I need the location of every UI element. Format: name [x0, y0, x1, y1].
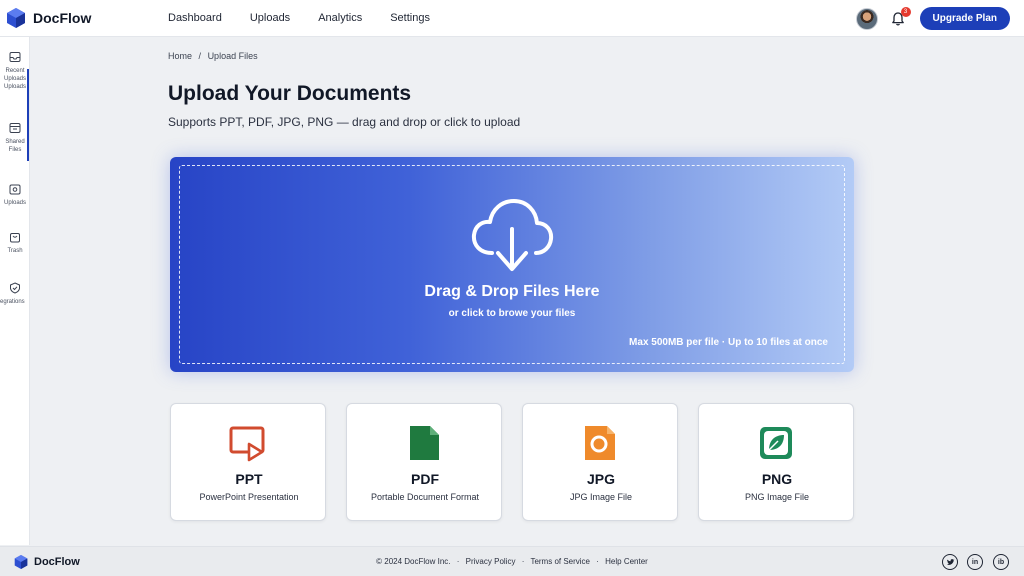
file-type-card-pdf[interactable]: PDF Portable Document Format: [346, 403, 502, 521]
shield-check-icon: [10, 282, 20, 294]
file-dropzone[interactable]: Drag & Drop Files Here or click to browe…: [170, 157, 854, 372]
footer-link-terms[interactable]: Terms of Service: [530, 557, 590, 566]
sidebar-item-shared-files[interactable]: Shared Files: [0, 122, 30, 154]
ppt-icon: [229, 426, 265, 462]
nav-settings[interactable]: Settings: [390, 12, 430, 24]
twitter-icon[interactable]: [942, 554, 958, 570]
sidebar-item-integrations[interactable]: egrations: [0, 282, 30, 306]
breadcrumb-current: Upload Files: [207, 51, 258, 61]
page-title: Upload Your Documents: [168, 82, 412, 105]
file-type-name: PDF: [411, 471, 439, 487]
footer-link-help[interactable]: Help Center: [605, 557, 648, 566]
upload-box-icon: [9, 184, 21, 195]
footer-separator: ·: [456, 557, 460, 566]
sidebar: Recent Uploads Uploads Shared Files Uplo…: [0, 37, 30, 545]
breadcrumb: Home / Upload Files: [168, 51, 258, 61]
file-type-name: JPG: [586, 471, 615, 487]
twitter-bird-icon: [946, 558, 955, 565]
page-subtitle: Supports PPT, PDF, JPG, PNG — drag and d…: [168, 115, 521, 129]
docflow-logo-icon: [7, 8, 25, 28]
sidebar-item-recent-uploads[interactable]: Recent Uploads Uploads: [0, 51, 30, 91]
top-header: DocFlow Dashboard Uploads Analytics Sett…: [0, 0, 1024, 37]
nav-uploads[interactable]: Uploads: [250, 12, 290, 24]
file-type-name: PPT: [235, 471, 263, 487]
ib-icon[interactable]: ib: [993, 554, 1009, 570]
linkedin-icon[interactable]: in: [967, 554, 983, 570]
avatar[interactable]: [855, 7, 878, 30]
brand-name: DocFlow: [33, 10, 92, 26]
breadcrumb-home[interactable]: Home: [168, 51, 192, 61]
file-type-card-png[interactable]: PNG PNG Image File: [698, 403, 854, 521]
sidebar-label-shared: Shared Files: [5, 139, 25, 153]
footer-separator: ·: [521, 557, 525, 566]
dropzone-title: Drag & Drop Files Here: [424, 283, 600, 300]
dropzone-subtitle: or click to browe your files: [448, 308, 576, 319]
sidebar-label-recent: Recent Uploads Uploads: [3, 68, 26, 90]
footer-links: © 2024 DocFlow Inc. · Privacy Policy · T…: [0, 557, 1024, 566]
notification-badge: 3: [900, 6, 911, 17]
inbox-icon: [9, 52, 21, 62]
png-icon: [760, 427, 792, 459]
sidebar-item-uploads[interactable]: Uploads: [0, 183, 30, 207]
footer-separator: ·: [596, 557, 599, 566]
sidebar-label-integrations: egrations: [0, 299, 25, 305]
file-type-desc: JPG Image File: [569, 492, 633, 502]
file-type-card-jpg[interactable]: JPG JPG Image File: [522, 403, 678, 521]
dropzone-limits-note: Max 500MB per file · Up to 10 files at o…: [629, 337, 828, 348]
notifications-button[interactable]: 3: [890, 6, 911, 27]
pdf-icon: [410, 426, 439, 460]
file-type-desc: PowerPoint Presentation: [199, 492, 299, 502]
file-type-cards: PPT PowerPoint Presentation PDF Portable…: [170, 403, 854, 521]
trash-icon: [10, 233, 20, 243]
file-type-name: PNG: [761, 471, 793, 487]
nav-analytics[interactable]: Analytics: [318, 12, 362, 24]
nav-dashboard[interactable]: Dashboard: [168, 12, 222, 24]
file-type-desc: Portable Document Format: [370, 492, 480, 502]
sidebar-label-uploads: Uploads: [3, 200, 26, 206]
upgrade-plan-button[interactable]: Upgrade Plan: [919, 7, 1010, 30]
brand[interactable]: DocFlow: [6, 7, 156, 29]
footer: DocFlow © 2024 DocFlow Inc. · Privacy Po…: [0, 546, 1024, 576]
file-type-card-ppt[interactable]: PPT PowerPoint Presentation: [170, 403, 326, 521]
header-actions: 3 Upgrade Plan: [855, 0, 1010, 37]
footer-link-privacy[interactable]: Privacy Policy: [466, 557, 516, 566]
sidebar-item-trash[interactable]: Trash: [0, 231, 30, 255]
jpg-icon: [585, 426, 615, 460]
shared-folder-icon: [9, 123, 21, 133]
breadcrumb-separator: /: [198, 51, 202, 61]
footer-copyright: © 2024 DocFlow Inc.: [376, 557, 451, 566]
sidebar-label-trash: Trash: [7, 248, 23, 254]
main-nav: Dashboard Uploads Analytics Settings: [168, 12, 458, 24]
file-type-desc: PNG Image File: [744, 492, 810, 502]
cloud-download-icon: [471, 199, 554, 271]
